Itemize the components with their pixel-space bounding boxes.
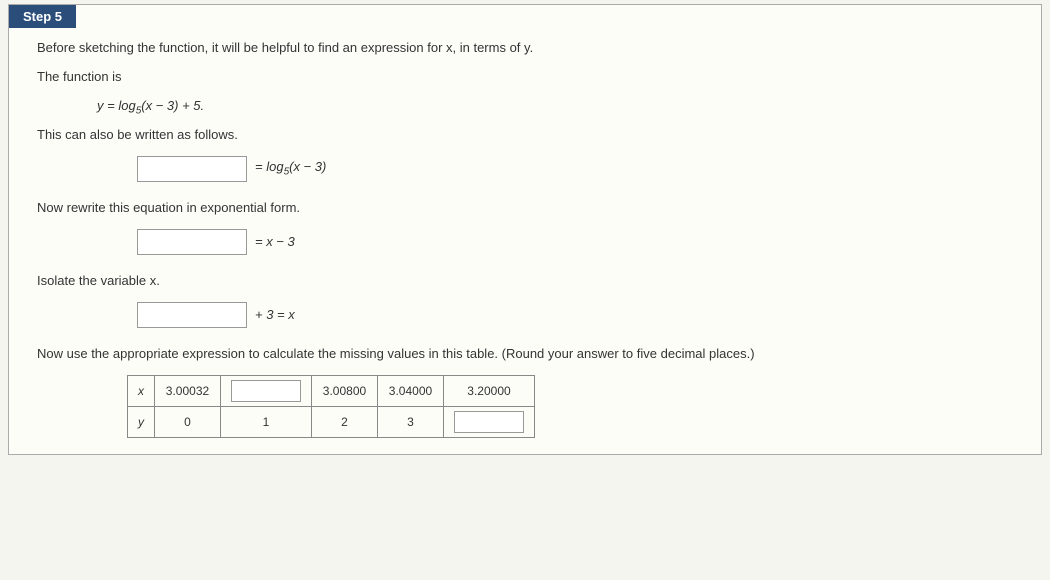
x-header: x [128, 375, 155, 406]
x-cell-4: 3.20000 [444, 375, 535, 406]
equation-3: + 3 = x [137, 302, 1013, 328]
x-cell-0: 3.00032 [155, 375, 221, 406]
eq3-input[interactable] [137, 302, 247, 328]
eq3-rhs: + 3 = x [255, 307, 295, 322]
y-header: y [128, 406, 155, 437]
formula-y: y [97, 98, 104, 113]
step-content: Before sketching the function, it will b… [9, 28, 1041, 454]
function-lead: The function is [37, 69, 1013, 84]
step-header: Step 5 [9, 5, 76, 28]
eq1-input[interactable] [137, 156, 247, 182]
eq2-rhs: = x − 3 [255, 234, 295, 249]
values-table-wrap: x 3.00032 3.00800 3.04000 3.20000 y 0 1 … [127, 375, 1013, 438]
intro-text: Before sketching the function, it will b… [37, 40, 1013, 55]
equation-2: = x − 3 [137, 229, 1013, 255]
x-cell-2: 3.00800 [312, 375, 378, 406]
equation-1: = log5(x − 3) [137, 156, 1013, 182]
step-card: Step 5 Before sketching the function, it… [8, 4, 1042, 455]
x-input-1[interactable] [231, 380, 301, 402]
values-table: x 3.00032 3.00800 3.04000 3.20000 y 0 1 … [127, 375, 535, 438]
y-cell-4 [444, 406, 535, 437]
table-lead: Now use the appropriate expression to ca… [37, 346, 1013, 361]
y-cell-1: 1 [221, 406, 312, 437]
eq2-input[interactable] [137, 229, 247, 255]
rewrite-lead: This can also be written as follows. [37, 127, 1013, 142]
x-cell-3: 3.04000 [378, 375, 444, 406]
exponential-lead: Now rewrite this equation in exponential… [37, 200, 1013, 215]
formula-rest: (x − 3) + 5. [141, 98, 204, 113]
y-cell-2: 2 [312, 406, 378, 437]
function-formula: y = log5(x − 3) + 5. [97, 98, 1013, 117]
y-cell-0: 0 [155, 406, 221, 437]
formula-eq: = log [107, 98, 136, 113]
table-row: x 3.00032 3.00800 3.04000 3.20000 [128, 375, 535, 406]
isolate-lead: Isolate the variable x. [37, 273, 1013, 288]
table-row: y 0 1 2 3 [128, 406, 535, 437]
x-cell-1 [221, 375, 312, 406]
y-input-4[interactable] [454, 411, 524, 433]
y-cell-3: 3 [378, 406, 444, 437]
eq1-rhs: = log5(x − 3) [255, 159, 326, 178]
